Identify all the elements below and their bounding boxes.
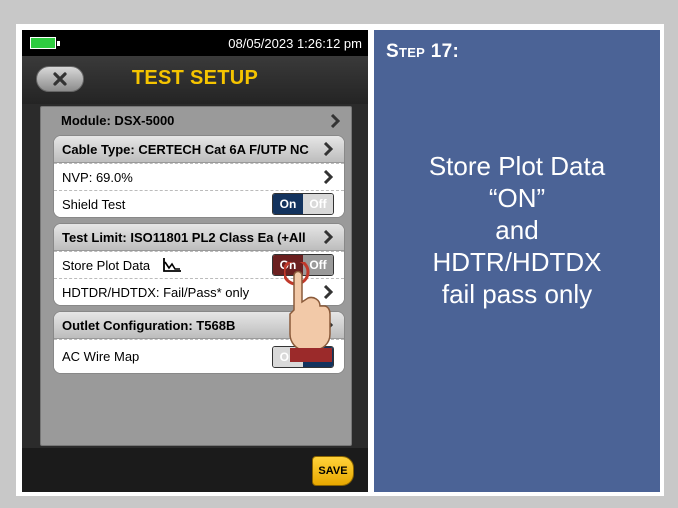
hdtdr-label: HDTDR/HDTDX: Fail/Pass* only xyxy=(62,284,250,300)
nvp-row[interactable]: NVP: 69.0% xyxy=(54,163,344,190)
store-plot-data-toggle[interactable]: On Off xyxy=(272,254,334,276)
test-limit-row[interactable]: Test Limit: ISO11801 PL2 Class Ea (+All xyxy=(54,224,344,251)
instruction-line: HDTR/HDTDX xyxy=(432,247,602,277)
instruction-line: fail pass only xyxy=(441,279,593,309)
module-row[interactable]: Module: DSX-5000 xyxy=(41,107,351,134)
cable-group: Cable Type: CERTECH Cat 6A F/UTP NC NVP:… xyxy=(53,135,345,218)
toggle-off[interactable]: Off xyxy=(303,194,333,214)
module-group: Module: DSX-5000 xyxy=(41,107,351,134)
title-bar: TEST SETUP xyxy=(22,56,368,104)
shield-test-label: Shield Test xyxy=(62,196,126,212)
chevron-right-icon xyxy=(322,142,334,156)
toggle-on[interactable]: On xyxy=(273,194,303,214)
instruction-text: Store Plot Data “ON” and HDTR/HDTDX fail… xyxy=(374,150,660,310)
store-plot-data-row: Store Plot Data On Off xyxy=(54,251,344,278)
cable-type-label: Cable Type: CERTECH Cat 6A F/UTP NC xyxy=(62,141,309,157)
toggle-off[interactable]: Off xyxy=(303,255,333,275)
page-title: TEST SETUP xyxy=(131,67,259,89)
test-limit-group: Test Limit: ISO11801 PL2 Class Ea (+All … xyxy=(53,223,345,306)
chevron-right-icon xyxy=(322,170,334,184)
instruction-line: Store Plot Data xyxy=(428,151,606,181)
test-limit-label: Test Limit: ISO11801 PL2 Class Ea (+All xyxy=(62,229,306,245)
shield-test-toggle[interactable]: On Off xyxy=(272,193,334,215)
plot-icon xyxy=(163,258,182,272)
outlet-config-row[interactable]: Outlet Configuration: T568B xyxy=(54,312,344,339)
ac-wire-map-toggle[interactable]: On Off xyxy=(272,345,334,368)
toggle-off[interactable]: Off xyxy=(303,346,333,367)
chevron-right-icon xyxy=(322,285,334,299)
chevron-right-icon xyxy=(322,318,334,332)
ac-wire-map-row: AC Wire Map On Off xyxy=(54,339,344,373)
module-label: Module: DSX-5000 xyxy=(61,113,175,128)
chevron-right-icon xyxy=(322,230,334,244)
store-plot-data-label: Store Plot Data xyxy=(62,257,151,273)
toggle-on[interactable]: On xyxy=(273,346,303,367)
status-bar: 08/05/2023 1:26:12 pm xyxy=(22,30,368,56)
cable-type-row[interactable]: Cable Type: CERTECH Cat 6A F/UTP NC xyxy=(54,136,344,163)
chevron-right-icon xyxy=(329,113,341,128)
hdtdr-row[interactable]: HDTDR/HDTDX: Fail/Pass* only xyxy=(54,278,344,305)
ac-wire-map-label: AC Wire Map xyxy=(62,349,140,364)
outlet-config-label: Outlet Configuration: T568B xyxy=(62,317,236,333)
battery-icon xyxy=(30,37,60,49)
bottom-bar: SAVE xyxy=(22,448,368,492)
settings-list: Module: DSX-5000 Cable Type: CERTECH Cat… xyxy=(40,106,352,446)
save-button[interactable]: SAVE xyxy=(312,456,354,486)
toggle-on[interactable]: On xyxy=(273,255,303,275)
nvp-label: NVP: 69.0% xyxy=(62,169,133,185)
shield-test-row: Shield Test On Off xyxy=(54,190,344,217)
outlet-group: Outlet Configuration: T568B AC Wire Map … xyxy=(53,311,345,374)
instruction-panel: Step 17: Store Plot Data “ON” and HDTR/H… xyxy=(374,30,660,492)
instruction-line: and xyxy=(495,215,539,245)
instruction-line: “ON” xyxy=(488,183,546,213)
tester-screen: 08/05/2023 1:26:12 pm TEST SETUP Module:… xyxy=(22,30,368,492)
status-clock: 08/05/2023 1:26:12 pm xyxy=(228,36,362,51)
step-label: Step 17: xyxy=(386,41,460,62)
